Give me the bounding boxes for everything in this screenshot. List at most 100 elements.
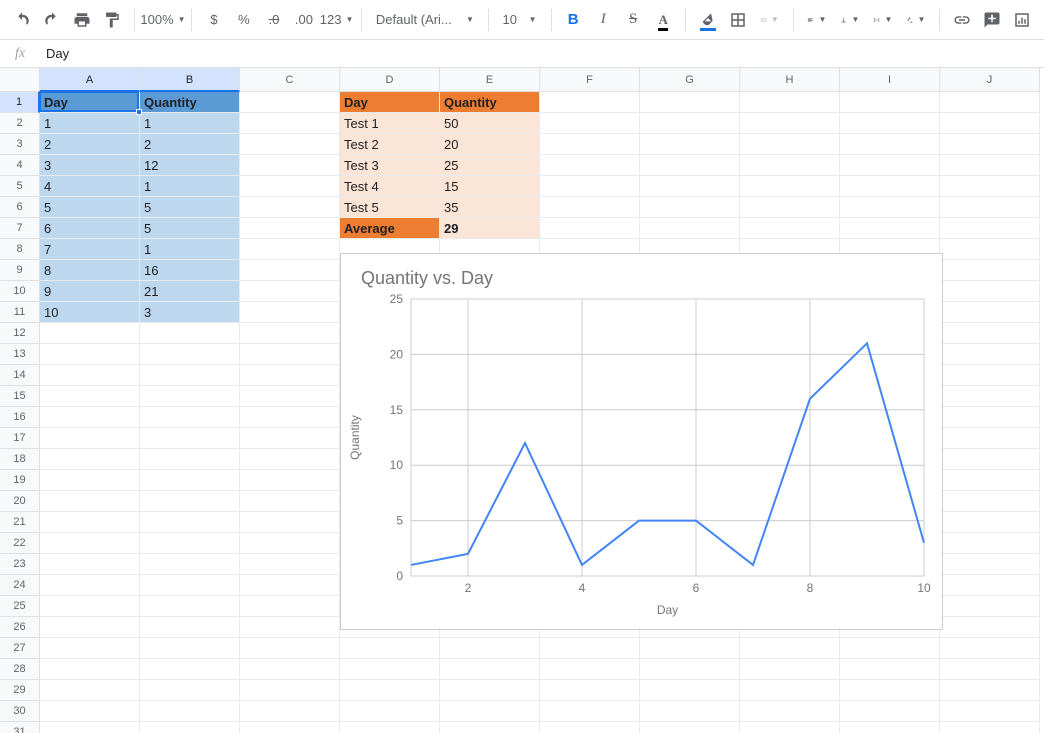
cell[interactable] [340,680,440,701]
cell[interactable]: 8 [40,260,140,281]
cell[interactable] [740,134,840,155]
cell[interactable]: 16 [140,260,240,281]
cell[interactable] [240,218,340,239]
cell[interactable] [140,533,240,554]
cell[interactable] [940,302,1040,323]
zoom-dropdown[interactable]: 100%▼ [143,6,184,34]
vertical-align-button[interactable]: ▼ [834,6,865,34]
cell[interactable] [240,512,340,533]
cell[interactable] [640,113,740,134]
paint-format-button[interactable] [98,6,126,34]
cell[interactable] [240,449,340,470]
insert-comment-button[interactable] [978,6,1006,34]
cell[interactable] [940,260,1040,281]
cell[interactable] [940,428,1040,449]
cell[interactable] [740,701,840,722]
text-rotation-button[interactable]: ▼ [900,6,931,34]
cell[interactable]: 1 [140,176,240,197]
cell[interactable] [140,470,240,491]
cell[interactable] [840,197,940,218]
cell[interactable] [740,113,840,134]
cell[interactable] [840,176,940,197]
cell[interactable]: Test 1 [340,113,440,134]
cell[interactable] [640,155,740,176]
column-header[interactable]: H [740,68,840,92]
cell[interactable] [40,554,140,575]
cell[interactable] [240,239,340,260]
cell[interactable] [740,197,840,218]
cell[interactable]: 29 [440,218,540,239]
cell[interactable] [440,701,540,722]
cell[interactable] [940,155,1040,176]
cell[interactable] [240,260,340,281]
cell[interactable]: 2 [40,134,140,155]
cell[interactable] [240,134,340,155]
cell[interactable] [140,680,240,701]
row-header[interactable]: 4 [0,155,40,176]
cell[interactable]: 7 [40,239,140,260]
cell[interactable] [940,491,1040,512]
cell[interactable] [540,197,640,218]
redo-button[interactable] [38,6,66,34]
cell[interactable]: 1 [140,239,240,260]
cell[interactable] [740,659,840,680]
row-header[interactable]: 11 [0,302,40,323]
cell[interactable] [140,386,240,407]
spreadsheet-grid[interactable]: ABCDEFGHIJ 12345678910111213141516171819… [0,68,1044,733]
cell[interactable] [940,638,1040,659]
cell[interactable] [40,323,140,344]
cell[interactable] [940,281,1040,302]
row-header[interactable]: 19 [0,470,40,491]
cell[interactable] [540,92,640,113]
cell[interactable] [940,470,1040,491]
cell[interactable] [340,722,440,733]
cell[interactable] [240,491,340,512]
cell[interactable] [940,365,1040,386]
row-header[interactable]: 14 [0,365,40,386]
cell[interactable] [140,323,240,344]
select-all-corner[interactable] [0,68,40,92]
cell[interactable] [40,449,140,470]
print-button[interactable] [68,6,96,34]
cell[interactable]: Test 5 [340,197,440,218]
row-header[interactable]: 28 [0,659,40,680]
row-header[interactable]: 2 [0,113,40,134]
currency-button[interactable]: $ [200,6,228,34]
cell[interactable] [440,722,540,733]
cell[interactable] [140,449,240,470]
cell[interactable] [340,701,440,722]
cell[interactable] [40,722,140,733]
cell[interactable] [340,659,440,680]
cell[interactable]: 6 [40,218,140,239]
cell[interactable] [740,176,840,197]
cell[interactable] [940,449,1040,470]
cell[interactable] [40,680,140,701]
cell[interactable] [840,155,940,176]
cell[interactable] [40,617,140,638]
cell[interactable] [540,638,640,659]
decrease-decimal-button[interactable]: .0 [260,6,288,34]
cell[interactable] [540,701,640,722]
cell[interactable] [940,386,1040,407]
cell[interactable] [240,197,340,218]
cell[interactable]: 1 [140,113,240,134]
cell[interactable] [940,344,1040,365]
cell[interactable] [840,92,940,113]
cell[interactable] [840,680,940,701]
percent-button[interactable]: % [230,6,258,34]
cell[interactable] [240,176,340,197]
cell[interactable]: 21 [140,281,240,302]
cell[interactable] [540,155,640,176]
cell[interactable] [640,701,740,722]
cell[interactable] [40,659,140,680]
cell[interactable]: 3 [140,302,240,323]
row-header[interactable]: 6 [0,197,40,218]
horizontal-align-button[interactable]: ▼ [801,6,832,34]
merge-cells-button[interactable]: ▼ [754,6,785,34]
cell[interactable] [240,701,340,722]
cell[interactable] [40,512,140,533]
cell[interactable] [740,218,840,239]
cell[interactable]: Test 2 [340,134,440,155]
cell[interactable] [240,470,340,491]
cell[interactable]: 20 [440,134,540,155]
